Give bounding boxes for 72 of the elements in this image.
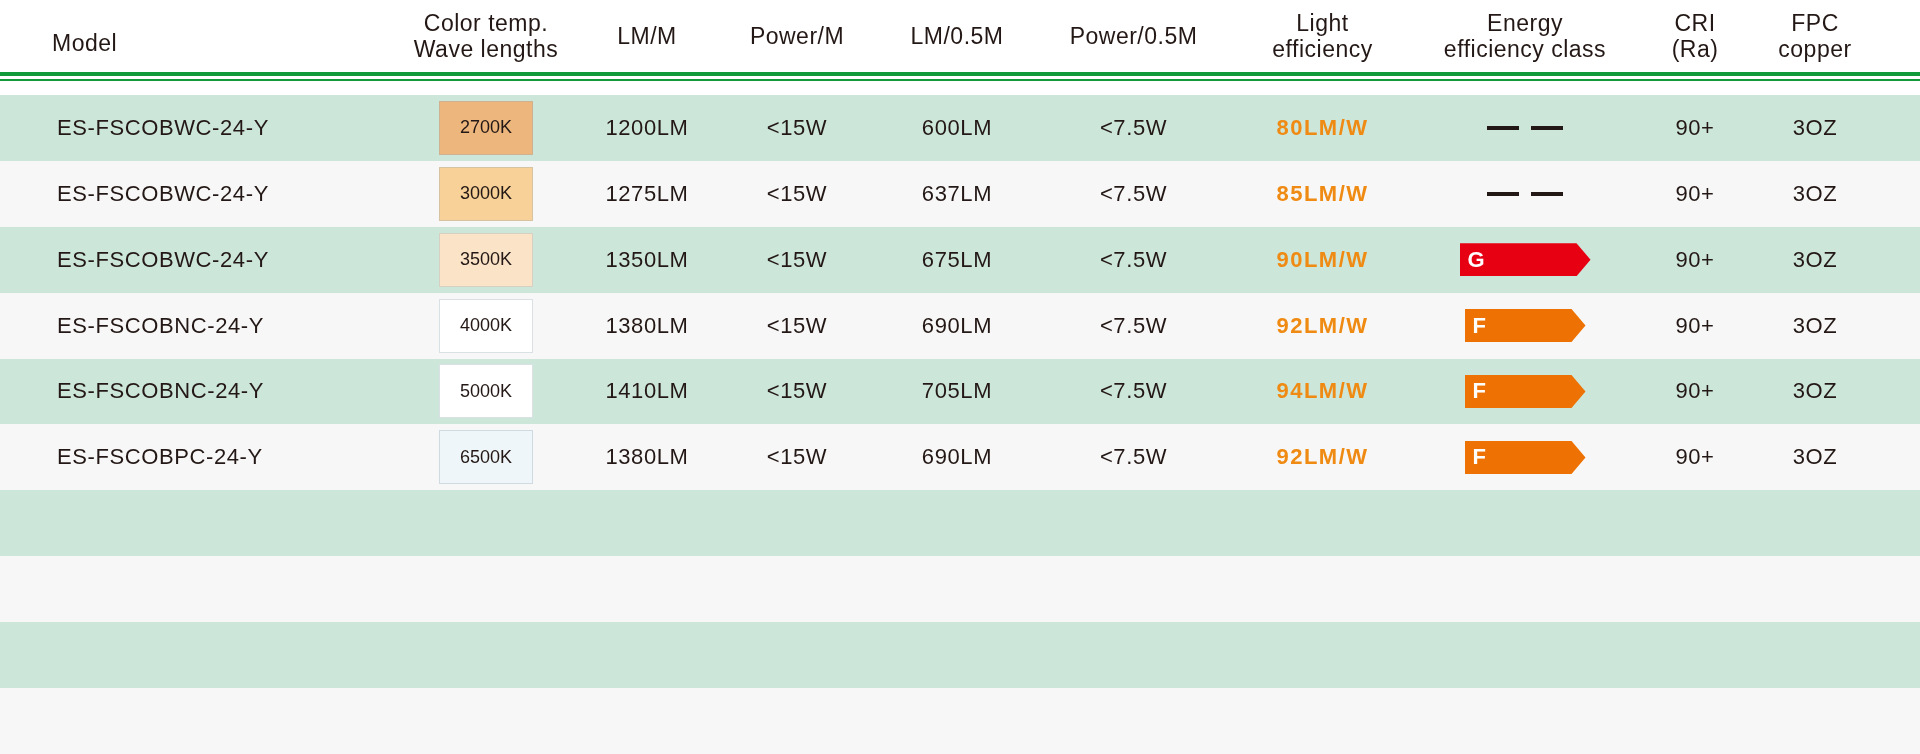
table-cell: <15W — [766, 180, 828, 207]
model-cell-text: ES-FSCOBWC-24-Y — [56, 180, 269, 207]
table-cell: 3OZ — [1792, 378, 1838, 405]
efficiency-cell: 80LM/W — [1276, 114, 1369, 141]
column-header: Energy efficiency class — [1442, 9, 1608, 62]
table-cell: <7.5W — [1099, 246, 1168, 273]
efficiency-cell: 92LM/W — [1276, 444, 1369, 471]
table-cell: <7.5W — [1099, 114, 1168, 141]
table-cell: 705LM — [921, 378, 993, 405]
table-cell: <15W — [766, 246, 828, 273]
model-cell-text: ES-FSCOBWC-24-Y — [56, 246, 269, 273]
column-header: Model — [51, 28, 119, 56]
dash-icon — [1487, 125, 1519, 130]
table-cell: <15W — [766, 444, 828, 471]
model-cell-text: ES-FSCOBPC-24-Y — [56, 444, 263, 471]
table-cell: 1410LM — [605, 378, 689, 405]
table-cell: 1380LM — [605, 312, 689, 339]
table-cell: 90+ — [1675, 378, 1715, 405]
table-cell: <7.5W — [1099, 378, 1168, 405]
table-cell: 3OZ — [1792, 444, 1838, 471]
table-cell: 3OZ — [1792, 114, 1838, 141]
efficiency-cell: 90LM/W — [1276, 246, 1369, 273]
color-swatch: 6500K — [439, 430, 533, 485]
column-header: LM/0.5M — [909, 22, 1005, 49]
column-header: Color temp. Wave lengths — [412, 9, 560, 62]
efficiency-cell: 94LM/W — [1276, 378, 1369, 405]
table-cell: 675LM — [921, 246, 993, 273]
column-header: CRI (Ra) — [1670, 9, 1720, 62]
color-swatch: 4000K — [439, 298, 533, 353]
table-cell: 90+ — [1675, 114, 1715, 141]
dash-icon — [1531, 125, 1563, 130]
table-cell: <7.5W — [1099, 312, 1168, 339]
table-cell: 90+ — [1675, 180, 1715, 207]
table-cell: <15W — [766, 114, 828, 141]
energy-class-label: F — [1464, 440, 1586, 474]
color-swatch: 3500K — [439, 232, 533, 287]
table-cell: 90+ — [1675, 444, 1715, 471]
table-cell: 3OZ — [1792, 312, 1838, 339]
efficiency-cell: 92LM/W — [1276, 312, 1369, 339]
table-cell: 90+ — [1675, 312, 1715, 339]
table-cell: <7.5W — [1099, 444, 1168, 471]
table-cell: 690LM — [921, 312, 993, 339]
dash-icon — [1531, 191, 1563, 196]
energy-class-label: G — [1459, 243, 1591, 277]
table-cell: 1275LM — [605, 180, 689, 207]
table-cell: 3OZ — [1792, 246, 1838, 273]
table-cell: <15W — [766, 378, 828, 405]
table-cell: 1200LM — [605, 114, 689, 141]
table-cell: 637LM — [921, 180, 993, 207]
efficiency-cell: 85LM/W — [1276, 180, 1369, 207]
model-cell-text: ES-FSCOBWC-24-Y — [56, 114, 269, 141]
energy-class-label: F — [1464, 309, 1586, 343]
table-cell: 1350LM — [605, 246, 689, 273]
table-cell: 600LM — [921, 114, 993, 141]
energy-class-label: F — [1464, 375, 1586, 408]
dash-icon — [1487, 191, 1519, 196]
column-header: Power/M — [748, 22, 846, 49]
table-cell: <7.5W — [1099, 180, 1168, 207]
table-cell: 3OZ — [1792, 180, 1838, 207]
table-cell: 690LM — [921, 444, 993, 471]
table-cell: <15W — [766, 312, 828, 339]
column-header: Power/0.5M — [1068, 22, 1199, 49]
column-header: LM/M — [616, 22, 678, 49]
color-swatch: 2700K — [439, 100, 533, 155]
column-header: Light efficiency — [1271, 9, 1374, 62]
model-cell-text: ES-FSCOBNC-24-Y — [56, 378, 265, 405]
table-cell: 1380LM — [605, 444, 689, 471]
color-swatch: 3000K — [439, 166, 533, 221]
color-swatch: 5000K — [439, 364, 533, 419]
column-header: FPC copper — [1777, 9, 1853, 62]
table-cell: 90+ — [1675, 246, 1715, 273]
model-cell-text: ES-FSCOBNC-24-Y — [56, 312, 265, 339]
